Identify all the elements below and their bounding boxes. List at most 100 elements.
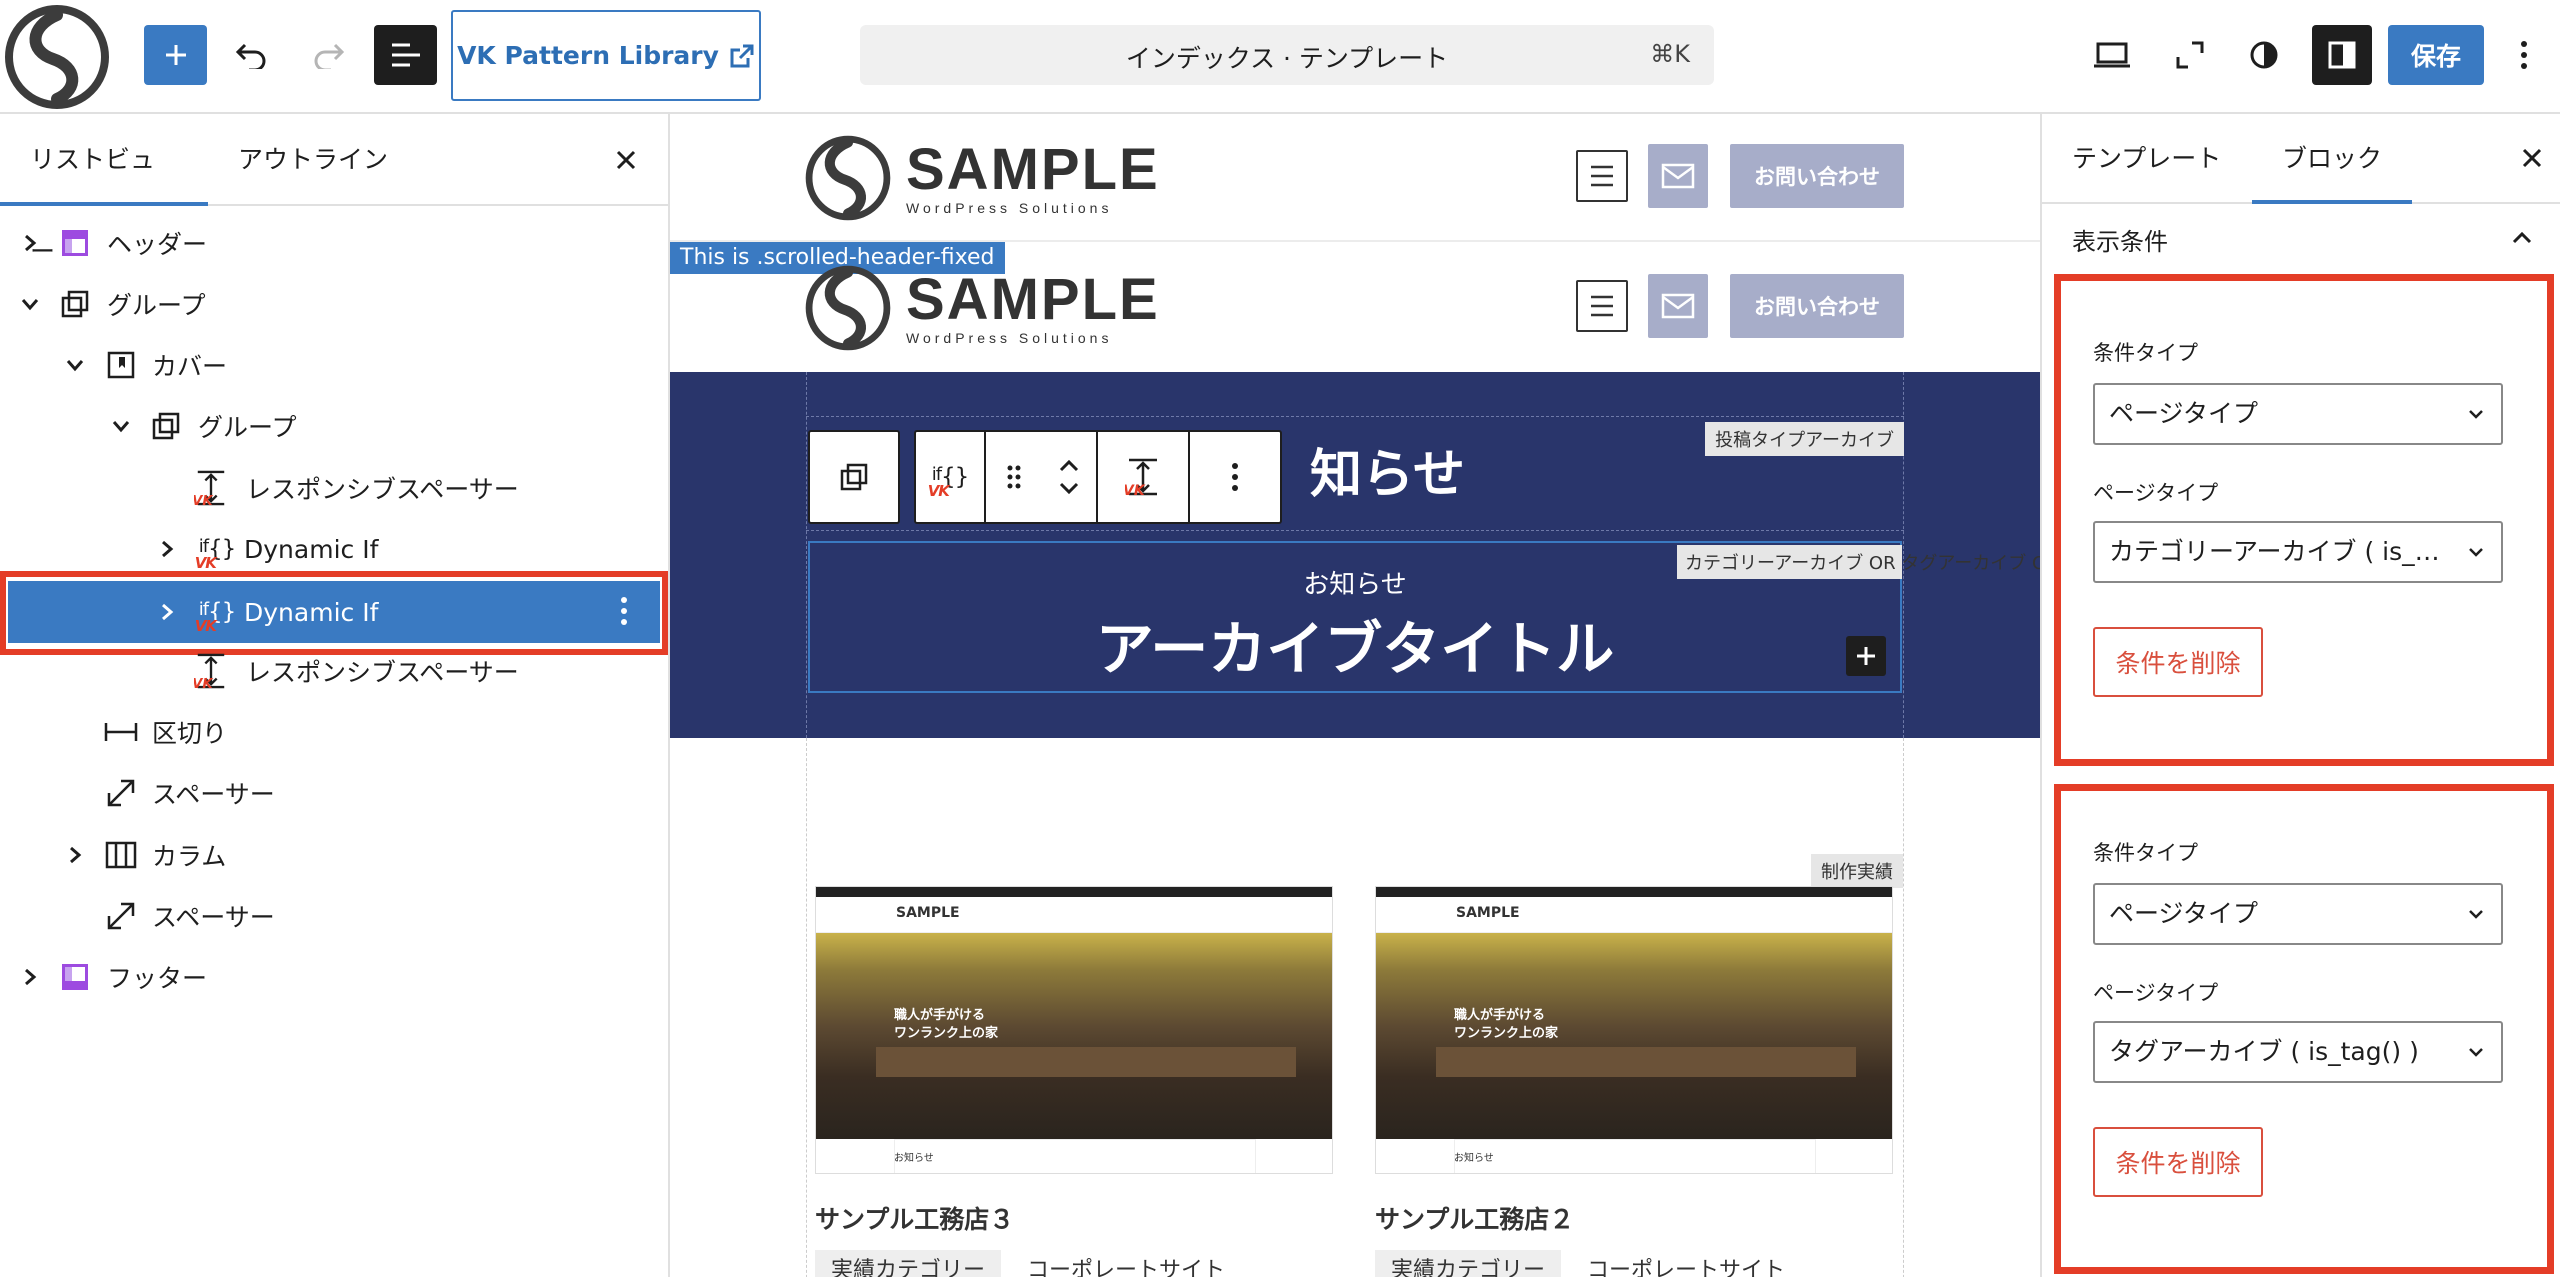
styles-button[interactable] [2234,25,2294,85]
site-header[interactable]: SAMPLE WordPress Solutions お問い合わせ [670,114,2040,242]
device-preview-button[interactable] [2082,25,2142,85]
site-logo-icon [805,135,891,221]
tree-item-responsive-spacer[interactable]: VK レスポンシブスペーサー [0,641,670,701]
tab-template[interactable]: テンプレート [2042,114,2251,204]
plus-icon [165,45,186,65]
group-icon [149,409,183,443]
collapse-section-button[interactable] [2508,224,2536,252]
columns-icon [104,838,138,872]
mail-button[interactable] [1648,144,1708,208]
block-inserter-button[interactable] [144,25,207,85]
tree-item-group[interactable]: グループ [0,274,670,334]
condition-panel: 条件タイプ ページタイプ ページタイプ タグアーカイブ ( is_tag() )… [2054,784,2554,1274]
tree-item-spacer[interactable]: スペーサー [0,763,670,823]
menu-button[interactable] [1576,280,1628,332]
mail-button[interactable] [1648,274,1708,338]
hamburger-icon [1591,165,1613,187]
list-view-icon [391,43,420,67]
display-conditions-heading[interactable]: 表示条件 [2072,222,2168,257]
zoom-out-button[interactable] [2160,25,2220,85]
tree-item-label: 区切り [152,719,228,748]
block-type-button[interactable]: if{} VK [916,432,986,522]
tree-item-label: フッター [107,964,208,993]
site-logo[interactable]: SAMPLE WordPress Solutions [804,134,1160,222]
tree-item-footer[interactable]: フッター [0,947,670,1007]
work-thumbnail[interactable]: SAMPLE 職人が手がける ワンランク上の家 お知らせ [815,886,1333,1174]
chevron-right-icon[interactable] [63,843,87,867]
command-palette-bar[interactable]: インデックス · テンプレート ⌘K [860,25,1714,85]
drag-handle[interactable] [986,432,1042,522]
chevron-down-icon [2469,548,2483,557]
tab-outline[interactable]: アウトライン [208,114,418,206]
undo-button[interactable] [222,25,282,85]
move-up-down-buttons[interactable] [1042,432,1098,522]
condition-type-select[interactable]: ページタイプ [2093,883,2503,945]
redo-button[interactable] [298,25,358,85]
editor-canvas[interactable]: SAMPLE WordPress Solutions お問い合わせ This i… [670,114,2040,1277]
chevron-right-icon[interactable] [155,537,179,561]
spacer-icon [104,776,138,810]
inline-inserter-button[interactable] [1846,636,1886,676]
logo-main-text: SAMPLE [906,137,1160,202]
thumb-topbar [816,887,1332,897]
tab-list-view[interactable]: リストビュー [0,114,208,266]
select-parent-button[interactable] [810,432,898,522]
tree-item-spacer[interactable]: スペーサー [0,886,670,946]
work-title[interactable]: サンプル工務店２ [1375,1200,1893,1236]
page-type-select[interactable]: タグアーカイブ ( is_tag() ) [2093,1021,2503,1083]
delete-condition-button[interactable]: 条件を削除 [2093,627,2263,697]
page-type-label: ページタイプ [2093,481,2219,505]
vk-pattern-library-button[interactable]: VK Pattern Library [451,10,761,101]
work-category-value[interactable]: コーポレートサイト [1587,1252,1785,1277]
list-view-button[interactable] [374,25,437,85]
work-meta: 実績カテゴリー コーポレートサイト [1375,1250,1893,1277]
responsive-spacer-toggle[interactable]: VK [1098,432,1190,522]
settings-button[interactable] [2312,25,2372,85]
close-icon [2522,148,2542,168]
chevron-down-icon[interactable] [18,292,42,316]
list-view-tabs: リストビュー アウトライン [0,114,670,266]
tree-item-separator[interactable]: 区切り [0,702,670,762]
chevron-down-icon[interactable] [109,414,133,438]
work-card[interactable]: SAMPLE 職人が手がける ワンランク上の家 お知らせ サンプル工務店３ 実績… [815,886,1333,1277]
works-section[interactable]: 制作実績 SAMPLE 職人が手がける ワンランク上の家 お知らせ サンプル工務… [806,738,1904,1277]
tree-item-group[interactable]: グループ [0,396,670,456]
save-button[interactable]: 保存 [2388,25,2484,85]
contact-button[interactable]: お問い合わせ [1730,274,1904,338]
site-logo-button[interactable] [0,0,114,114]
work-title[interactable]: サンプル工務店３ [815,1200,1333,1236]
chevron-right-icon[interactable] [18,231,42,255]
work-card[interactable]: SAMPLE 職人が手がける ワンランク上の家 お知らせ サンプル工務店２ 実績… [1375,886,1893,1277]
parent-select-group [808,430,900,524]
tree-item-header[interactable]: ヘッダー [0,213,670,273]
work-thumbnail[interactable]: SAMPLE 職人が手がける ワンランク上の家 お知らせ [1375,886,1893,1174]
work-category-value[interactable]: コーポレートサイト [1027,1252,1225,1277]
close-list-view-button[interactable] [610,144,642,176]
chevron-right-icon[interactable] [18,965,42,989]
tree-item-cover[interactable]: カバー [0,335,670,395]
cover-subtitle[interactable]: お知らせ [670,564,2040,601]
page-type-select[interactable]: カテゴリーアーカイブ ( is_c... [2093,521,2503,583]
tree-item-columns[interactable]: カラム [0,825,670,885]
tree-item-responsive-spacer[interactable]: VK レスポンシブスペーサー [0,458,670,518]
works-post-type-tag: 制作実績 [1811,854,1903,888]
delete-condition-button[interactable]: 条件を削除 [2093,1127,2263,1197]
contact-button[interactable]: お問い合わせ [1730,144,1904,208]
work-category-label: 実績カテゴリー [815,1250,1002,1277]
cover-heading[interactable]: 知らせ [1310,432,1465,507]
close-sidebar-button[interactable] [2516,142,2548,174]
tab-block[interactable]: ブロック [2252,114,2413,204]
command-shortcut: ⌘K [1650,40,1690,68]
editor-top-toolbar: VK Pattern Library インデックス · テンプレート ⌘K 保存 [0,0,2560,114]
tree-item-dynamic-if[interactable]: if{} VK Dynamic If [0,519,670,579]
block-options-button[interactable] [1190,432,1280,522]
condition-type-select[interactable]: ページタイプ [2093,383,2503,445]
zoom-out-icon [2176,41,2204,69]
archive-title[interactable]: アーカイブタイトル [670,602,2040,686]
svg-text:VK: VK [194,677,214,691]
scrolled-site-logo[interactable]: SAMPLE WordPress Solutions [804,264,1160,352]
vk-pattern-library-label: VK Pattern Library [457,41,719,70]
chevron-down-icon[interactable] [63,353,87,377]
options-button[interactable] [2496,25,2552,85]
menu-button[interactable] [1576,150,1628,202]
